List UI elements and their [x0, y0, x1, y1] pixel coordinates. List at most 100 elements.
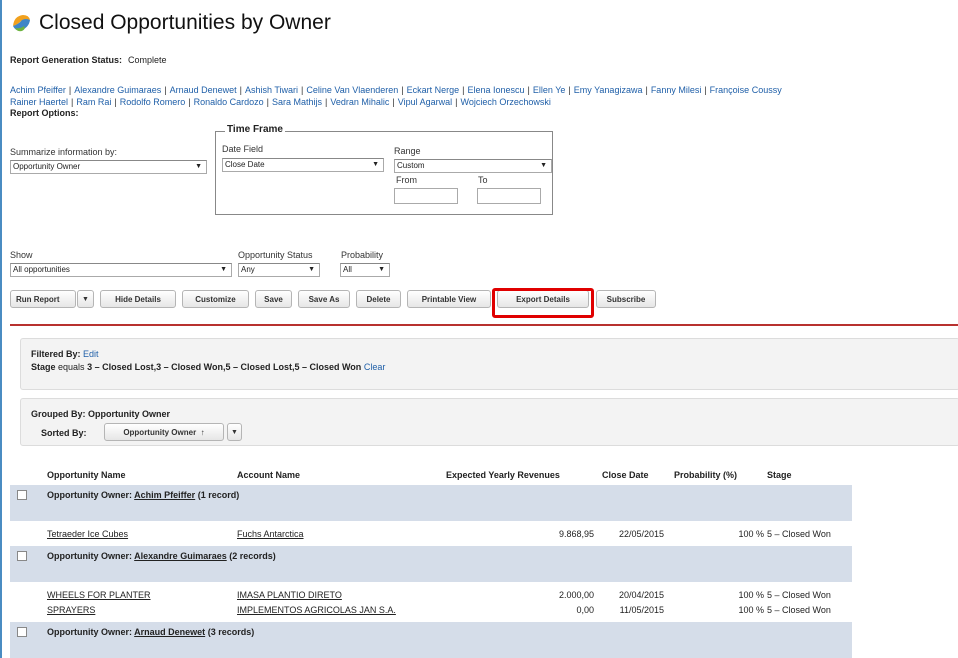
chevron-down-icon: ▼ — [378, 266, 385, 273]
column-header[interactable]: Account Name — [237, 470, 300, 480]
group-count: (2 records) — [229, 551, 276, 561]
table-cell: 20/04/2015 — [618, 590, 664, 600]
report-options-label: Report Options: — [10, 108, 79, 118]
grouped-by-label: Grouped By: — [31, 409, 86, 419]
group-checkbox[interactable] — [17, 551, 27, 561]
run-report-label: Run Report — [16, 295, 60, 304]
export-highlight-box — [492, 288, 594, 318]
account-link[interactable]: IMPLEMENTOS AGRICOLAS JAN S.A. — [237, 605, 396, 615]
from-date-input[interactable] — [394, 188, 458, 204]
owner-link[interactable]: Arnaud Denewet — [170, 85, 237, 95]
owner-link[interactable]: Elena Ionescu — [467, 85, 524, 95]
column-header[interactable]: Expected Yearly Revenues — [446, 470, 560, 480]
filter-label: Filtered By: — [31, 349, 81, 359]
owner-link[interactable]: Vipul Agarwal — [398, 97, 452, 107]
save-button[interactable]: Save — [255, 290, 292, 308]
chevron-down-icon: ▼ — [540, 162, 547, 169]
account-link[interactable]: IMASA PLANTIO DIRETO — [237, 590, 342, 600]
owner-link[interactable]: Sara Mathijs — [272, 97, 322, 107]
summarize-select[interactable]: Opportunity Owner ▼ — [10, 160, 207, 174]
to-date-input[interactable] — [477, 188, 541, 204]
page-title: Closed Opportunities by Owner — [39, 11, 331, 34]
owner-separator: | — [164, 85, 167, 95]
owner-link[interactable]: Rodolfo Romero — [120, 97, 186, 107]
opportunity-status-label: Opportunity Status — [238, 250, 313, 260]
opportunity-link[interactable]: WHEELS FOR PLANTER — [47, 590, 151, 600]
filter-clear-link[interactable]: Clear — [364, 362, 386, 372]
save-as-button[interactable]: Save As — [298, 290, 350, 308]
opportunity-link[interactable]: Tetraeder Ice Cubes — [47, 529, 128, 539]
run-report-dropdown-button[interactable]: ▼ — [77, 290, 94, 308]
chevron-down-icon: ▼ — [195, 163, 202, 170]
date-field-select-value: Close Date — [225, 160, 265, 169]
grouped-by-row: Grouped By: Opportunity Owner — [31, 409, 170, 419]
group-owner-link[interactable]: Arnaud Denewet — [134, 627, 205, 637]
column-header[interactable]: Opportunity Name — [47, 470, 126, 480]
status-value: Complete — [128, 55, 167, 65]
column-header[interactable]: Stage — [767, 470, 792, 480]
sort-ascending-icon: ↑ — [198, 428, 205, 437]
owner-links: Achim Pfeiffer | Alexandre Guimaraes | Arnau… — [10, 84, 958, 108]
table-cell: 100 % — [738, 590, 764, 600]
table-cell: 5 – Closed Won — [767, 605, 831, 615]
owner-link[interactable]: Ellen Ye — [533, 85, 566, 95]
owner-separator: | — [401, 85, 404, 95]
column-header[interactable]: Close Date — [602, 470, 649, 480]
sort-dropdown-button[interactable]: ▼ — [227, 423, 242, 441]
group-owner-link[interactable]: Alexandre Guimaraes — [134, 551, 227, 561]
report-logo-icon — [13, 15, 30, 32]
subscribe-button[interactable]: Subscribe — [596, 290, 656, 308]
customize-button[interactable]: Customize — [182, 290, 249, 308]
owner-separator: | — [266, 97, 269, 107]
group-checkbox[interactable] — [17, 627, 27, 637]
group-prefix: Opportunity Owner: — [47, 551, 132, 561]
group-prefix: Opportunity Owner: — [47, 490, 132, 500]
printable-view-button[interactable]: Printable View — [407, 290, 491, 308]
hide-details-button[interactable]: Hide Details — [100, 290, 176, 308]
opportunity-status-select[interactable]: Any ▼ — [238, 263, 320, 277]
grouped-by-value: Opportunity Owner — [88, 409, 171, 419]
show-select[interactable]: All opportunities ▼ — [10, 263, 232, 277]
group-owner-link[interactable]: Achim Pfeiffer — [134, 490, 195, 500]
delete-button[interactable]: Delete — [356, 290, 401, 308]
account-link[interactable]: Fuchs Antarctica — [237, 529, 304, 539]
owner-separator: | — [645, 85, 648, 95]
table-cell: 100 % — [738, 605, 764, 615]
owner-link[interactable]: Emy Yanagizawa — [574, 85, 643, 95]
group-header: Opportunity Owner: Arnaud Denewet (3 rec… — [47, 627, 254, 637]
table-cell: 0,00 — [576, 605, 594, 615]
opportunity-link[interactable]: SPRAYERS — [47, 605, 95, 615]
owner-link[interactable]: Ram Rai — [76, 97, 111, 107]
chevron-down-icon: ▼ — [231, 429, 238, 436]
date-field-select[interactable]: Close Date ▼ — [222, 158, 384, 172]
table-cell: 2.000,00 — [558, 590, 594, 600]
sort-select[interactable]: Opportunity Owner ↑ — [104, 423, 224, 441]
filter-criteria: Stage equals 3 – Closed Lost,3 – Closed … — [31, 362, 385, 372]
owner-link[interactable]: Achim Pfeiffer — [10, 85, 66, 95]
owner-link[interactable]: Alexandre Guimaraes — [74, 85, 161, 95]
run-report-button[interactable]: Run Report — [10, 290, 76, 308]
filter-field: Stage — [31, 362, 56, 372]
owner-link[interactable]: Vedran Mihalic — [330, 97, 389, 107]
column-header[interactable]: Probability (%) — [674, 470, 737, 480]
range-select[interactable]: Custom ▼ — [394, 159, 552, 173]
section-divider — [10, 324, 958, 326]
range-select-value: Custom — [397, 161, 425, 170]
probability-select[interactable]: All ▼ — [340, 263, 390, 277]
group-checkbox[interactable] — [17, 490, 27, 500]
owner-link[interactable]: Celine Van Vlaenderen — [306, 85, 398, 95]
group-prefix: Opportunity Owner: — [47, 627, 132, 637]
summarize-label: Summarize information by: — [10, 147, 118, 157]
owner-link[interactable]: Ronaldo Cardozo — [194, 97, 264, 107]
owner-link[interactable]: Françoise Coussy — [710, 85, 782, 95]
owner-separator: | — [114, 97, 117, 107]
filter-panel: Filtered By: Edit Stage equals 3 – Close… — [20, 338, 958, 390]
chevron-down-icon: ▼ — [82, 296, 89, 303]
owner-link[interactable]: Wojciech Orzechowski — [460, 97, 550, 107]
owner-link[interactable]: Ashish Tiwari — [245, 85, 298, 95]
owner-link[interactable]: Eckart Nerge — [407, 85, 460, 95]
sort-select-value: Opportunity Owner — [123, 428, 197, 437]
owner-link[interactable]: Rainer Haertel — [10, 97, 68, 107]
owner-link[interactable]: Fanny Milesi — [651, 85, 702, 95]
filter-edit-link[interactable]: Edit — [83, 349, 99, 359]
